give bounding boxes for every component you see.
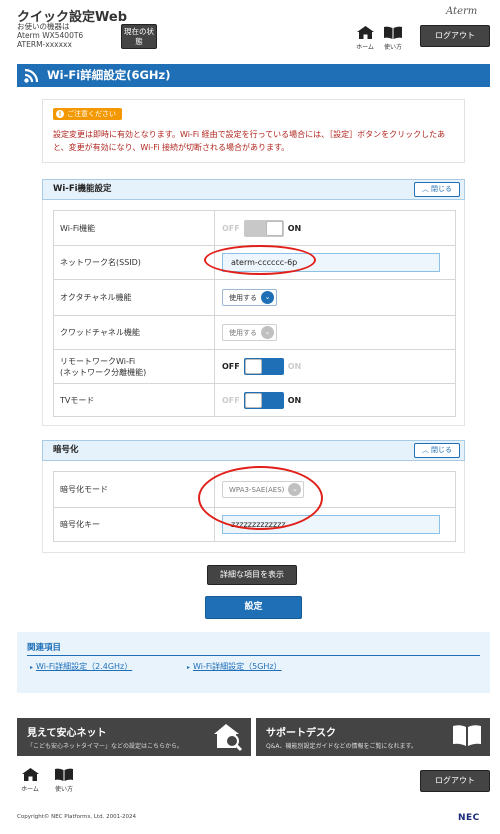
notice-box: ! ご注意ください 設定変更は即時に有効となります。Wi-Fi 経由で設定を行って… — [42, 99, 465, 163]
show-details-button[interactable]: 詳細な項目を表示 — [207, 565, 297, 585]
chevron-down-icon: ⌄ — [261, 326, 274, 339]
chevron-up-icon: ︿ — [422, 185, 429, 193]
howto-button[interactable]: 使い方 — [380, 26, 406, 51]
wifi-settings-table: Wi-Fi機能 OFF ON ネットワーク名(SSID) aterm-ccccc… — [53, 210, 456, 417]
row-remote: リモートワークWi-Fi (ネットワーク分離機能) OFF ON — [53, 349, 456, 384]
book-icon — [453, 725, 481, 746]
encryption-section-close-button[interactable]: ︿ 閉じる — [414, 443, 460, 458]
copyright: Copyright© NEC Platforms, Ltd. 2001-2024 — [17, 814, 137, 820]
triangle-right-icon: ▸ — [187, 664, 191, 671]
notice-text: 設定変更は即時に有効となります。Wi-Fi 経由で設定を行っている場合には、［設… — [53, 130, 446, 152]
submit-button[interactable]: 設定 — [205, 596, 302, 619]
aterm-logo: Aterm — [446, 6, 478, 17]
mieru-anshin-banner[interactable]: 見えて安心ネット 「こども安心ネットタイマー」などの設定はこちらから。 — [17, 718, 251, 756]
tv-mode-toggle[interactable]: OFF ON — [222, 391, 301, 409]
wifi-icon — [24, 68, 39, 83]
row-quad: クワッドチャネル機能 使用する ⌄ — [53, 315, 456, 350]
annotation-circle-encryption — [198, 466, 323, 530]
header: クイック設定Web お使いの機器は Aterm WX5400T6 ATERM-x… — [0, 0, 500, 58]
octa-channel-select[interactable]: 使用する ⌄ — [222, 289, 277, 306]
footer-howto-button[interactable]: 使い方 — [51, 768, 77, 793]
nec-logo: NEC — [458, 813, 480, 823]
wifi-toggle[interactable]: OFF ON — [222, 219, 301, 237]
logout-button[interactable]: ログアウト — [420, 25, 490, 47]
row-wifi: Wi-Fi機能 OFF ON — [53, 210, 456, 246]
wifi-section-header: Wi-Fi機能設定 ︿ 閉じる — [42, 179, 465, 200]
row-octa: オクタチャネル機能 使用する ⌄ — [53, 279, 456, 316]
related-link-5ghz[interactable]: ▸ Wi-Fi詳細設定（5GHz） — [187, 661, 282, 672]
chevron-down-icon: ⌄ — [261, 291, 274, 304]
triangle-right-icon: ▸ — [30, 664, 34, 671]
exclamation-icon: ! — [56, 110, 64, 118]
support-desk-banner[interactable]: サポートデスク Q&A、機能別設定ガイドなどの情報をご覧になれます。 — [256, 718, 490, 756]
annotation-circle-ssid — [204, 245, 316, 275]
quad-channel-select[interactable]: 使用する ⌄ — [222, 324, 277, 341]
current-status-button[interactable]: 現在の状態 — [121, 24, 157, 49]
footer-logout-button[interactable]: ログアウト — [420, 770, 490, 792]
home-icon — [21, 768, 39, 781]
page-title-bar: Wi-Fi詳細設定(6GHz) — [17, 64, 490, 87]
device-info: お使いの機器は Aterm WX5400T6 ATERM-xxxxxx — [17, 22, 84, 49]
book-icon — [55, 768, 73, 781]
house-search-icon — [214, 724, 243, 752]
wifi-section-close-button[interactable]: ︿ 閉じる — [414, 182, 460, 197]
related-links: 関連項目 ▸ Wi-Fi詳細設定（2.4GHz） ▸ Wi-Fi詳細設定（5GHz） — [17, 632, 490, 693]
notice-badge: ! ご注意ください — [53, 108, 122, 120]
row-tv: TVモード OFF ON — [53, 383, 456, 417]
home-button[interactable]: ホーム — [352, 26, 378, 51]
encryption-section-header: 暗号化 ︿ 閉じる — [42, 440, 465, 461]
related-link-2-4ghz[interactable]: ▸ Wi-Fi詳細設定（2.4GHz） — [30, 661, 132, 672]
page-title: Wi-Fi詳細設定(6GHz) — [47, 68, 171, 82]
book-icon — [384, 26, 402, 39]
remote-work-toggle[interactable]: OFF ON — [222, 358, 301, 375]
home-icon — [356, 26, 374, 39]
wifi-section-body: Wi-Fi機能 OFF ON ネットワーク名(SSID) aterm-ccccc… — [42, 200, 465, 426]
chevron-up-icon: ︿ — [422, 446, 429, 454]
footer-home-button[interactable]: ホーム — [17, 768, 43, 793]
